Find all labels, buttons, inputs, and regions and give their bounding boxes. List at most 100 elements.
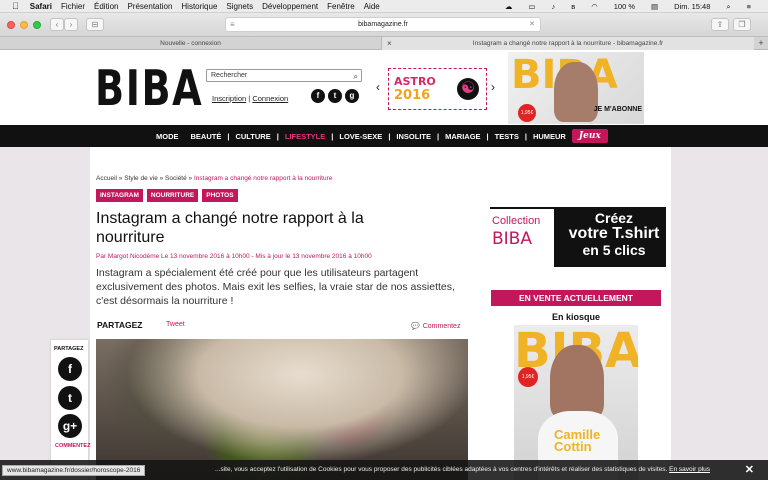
subscribe-label: JE M'ABONNE xyxy=(593,106,642,113)
volume-icon[interactable]: ♪ xyxy=(551,0,555,13)
wifi-icon[interactable]: ◠ xyxy=(591,0,598,13)
window-controls xyxy=(7,21,46,29)
nav-mariage[interactable]: MARIAGE xyxy=(439,132,486,141)
breadcrumb-current: Instagram a changé notre rapport à la no… xyxy=(193,175,333,182)
breadcrumb-societe[interactable]: Société xyxy=(165,175,187,182)
connexion-link[interactable]: Connexion xyxy=(252,94,288,103)
menubar-status: ☁ ▭ ♪ ʙ ◠ 100 % ▤ Dim. 15:48 ⌕ ≡ xyxy=(498,0,760,13)
twitter-share-icon[interactable]: t xyxy=(58,386,82,410)
tab-label: Nouvelle - connexion xyxy=(160,40,221,47)
facebook-icon[interactable]: f xyxy=(311,89,325,103)
nav-mode[interactable]: MODE xyxy=(150,132,185,141)
tweet-button[interactable]: Tweet xyxy=(166,321,185,328)
promo-cta-line2: votre T.shirt xyxy=(568,225,660,242)
tabs-overview-button[interactable]: ❐ xyxy=(733,18,751,31)
new-tab-button[interactable]: + xyxy=(754,37,768,50)
bluetooth-icon[interactable]: ʙ xyxy=(571,0,575,13)
nav-humeur[interactable]: HUMEUR xyxy=(527,132,572,141)
comment-button[interactable]: 💬 Commentez xyxy=(411,322,460,330)
nav-tests[interactable]: TESTS xyxy=(489,132,525,141)
nav-beaute[interactable]: BEAUTÉ xyxy=(185,132,228,141)
carousel-prev-icon[interactable]: ‹ xyxy=(376,80,380,94)
cloud-icon[interactable]: ☁ xyxy=(505,0,513,13)
share-label: PARTAGEZ xyxy=(97,320,143,330)
clock[interactable]: Dim. 15:48 xyxy=(674,0,710,13)
promo-collection: Collection xyxy=(492,215,541,227)
zoom-window-button[interactable] xyxy=(33,21,41,29)
close-window-button[interactable] xyxy=(7,21,15,29)
spotlight-icon[interactable]: ⌕ xyxy=(726,0,730,13)
apple-icon[interactable]:  xyxy=(12,0,19,13)
close-tab-icon[interactable]: × xyxy=(387,37,392,50)
screen-icon[interactable]: ▭ xyxy=(528,0,535,13)
flag-icon[interactable]: ▤ xyxy=(651,0,658,13)
forward-button[interactable]: › xyxy=(64,18,78,31)
nav-insolite[interactable]: INSOLITE xyxy=(390,132,437,141)
sharebar-label: PARTAGEZ xyxy=(54,346,84,352)
biba-logo[interactable]: BIBA xyxy=(95,60,203,117)
googleplus-icon[interactable]: g xyxy=(345,89,359,103)
social-links: f t g xyxy=(311,89,362,103)
sidebar-button[interactable]: ⊟ xyxy=(86,18,104,31)
magazine-subscribe-ad[interactable]: BIBA 1,95€ JE M'ABONNE xyxy=(508,52,644,124)
battery-label[interactable]: 100 % xyxy=(614,0,635,13)
menu-app[interactable]: Safari xyxy=(30,0,52,13)
tag-photos[interactable]: PHOTOS xyxy=(202,189,238,202)
menu-developpement[interactable]: Développement xyxy=(262,0,318,13)
promo-cta-line3: en 5 clics xyxy=(582,242,646,258)
nav-culture[interactable]: CULTURE xyxy=(229,132,276,141)
search-input[interactable]: Rechercher ⌕ xyxy=(206,69,362,82)
menu-signets[interactable]: Signets xyxy=(226,0,253,13)
mac-menubar:  Safari Fichier Édition Présentation Hi… xyxy=(0,0,768,13)
breadcrumb-accueil[interactable]: Accueil xyxy=(96,175,117,182)
reader-icon[interactable]: ≡ xyxy=(230,18,235,31)
tab-bar: Nouvelle - connexion × Instagram a chang… xyxy=(0,37,768,50)
share-button[interactable]: ⇪ xyxy=(711,18,729,31)
cookie-close-icon[interactable]: ✕ xyxy=(745,460,754,480)
article-title: Instagram a changé notre rapport à la no… xyxy=(96,210,364,246)
nav-jeux[interactable]: Jeux xyxy=(571,129,608,143)
menu-fichier[interactable]: Fichier xyxy=(61,0,85,13)
magazine-price: 1,95€ xyxy=(518,104,536,122)
url-bar[interactable]: ≡ bibamagazine.fr ✕ xyxy=(225,17,541,32)
promo-biba: BIBA xyxy=(492,229,532,249)
back-button[interactable]: ‹ xyxy=(50,18,64,31)
tab-active[interactable]: × Instagram a changé notre rapport à la … xyxy=(381,37,754,50)
facebook-share-icon[interactable]: f xyxy=(58,357,82,381)
menu-historique[interactable]: Historique xyxy=(181,0,217,13)
minimize-window-button[interactable] xyxy=(20,21,28,29)
kiosk-cover-name: Camille Cottin xyxy=(554,427,601,454)
inscription-link[interactable]: Inscription xyxy=(212,94,246,103)
tag-instagram[interactable]: INSTAGRAM xyxy=(96,189,143,202)
astro-banner[interactable]: ASTRO 2016 ☯ xyxy=(388,68,487,110)
cookie-learn-more-link[interactable]: En savoir plus xyxy=(669,466,710,473)
promo-cta: Créez votre T.shirt en 5 clics xyxy=(563,210,665,258)
carousel-next-icon[interactable]: › xyxy=(491,80,495,94)
googleplus-share-icon[interactable]: g+ xyxy=(58,414,82,438)
search-icon[interactable]: ⌕ xyxy=(354,71,358,82)
menu-fenetre[interactable]: Fenêtre xyxy=(327,0,355,13)
tshirt-promo-banner[interactable]: Collection BIBA Créez votre T.shirt en 5… xyxy=(490,207,666,267)
stop-icon[interactable]: ✕ xyxy=(529,18,535,31)
menu-edition[interactable]: Édition xyxy=(94,0,118,13)
main-nav: MODE BEAUTÉ | CULTURE | LIFESTYLE | LOVE-SE… xyxy=(0,125,768,147)
nav-love-sexe[interactable]: LOVE-SEXE xyxy=(333,132,388,141)
twitter-icon[interactable]: t xyxy=(328,89,342,103)
breadcrumb: Accueil » Style de vie » Société » Insta… xyxy=(96,175,333,182)
notification-icon[interactable]: ≡ xyxy=(747,0,751,13)
magazine-kiosk-cover[interactable]: BIBA 1,95€ CamilleCottin xyxy=(514,325,638,480)
breadcrumb-style-de-vie[interactable]: Style de vie xyxy=(124,175,158,182)
menu-presentation[interactable]: Présentation xyxy=(127,0,172,13)
auth-separator: | xyxy=(248,94,251,103)
menu-aide[interactable]: Aide xyxy=(364,0,380,13)
tag-nourriture[interactable]: NOURRITURE xyxy=(146,189,199,202)
url-text: bibamagazine.fr xyxy=(358,21,408,28)
nav-lifestyle[interactable]: LIFESTYLE xyxy=(279,132,331,141)
magazine-cover-photo xyxy=(554,62,598,122)
search-placeholder: Rechercher xyxy=(211,72,248,79)
sharebar-comment-label[interactable]: COMMENTEZ xyxy=(55,443,90,449)
tab-nouvelle-connexion[interactable]: Nouvelle - connexion xyxy=(0,37,381,50)
kiosk-price: 1,95€ xyxy=(518,367,538,387)
kiosque-label: En kiosque xyxy=(551,312,600,322)
floating-share-bar: PARTAGEZ f t g+ COMMENTEZ xyxy=(51,340,90,480)
